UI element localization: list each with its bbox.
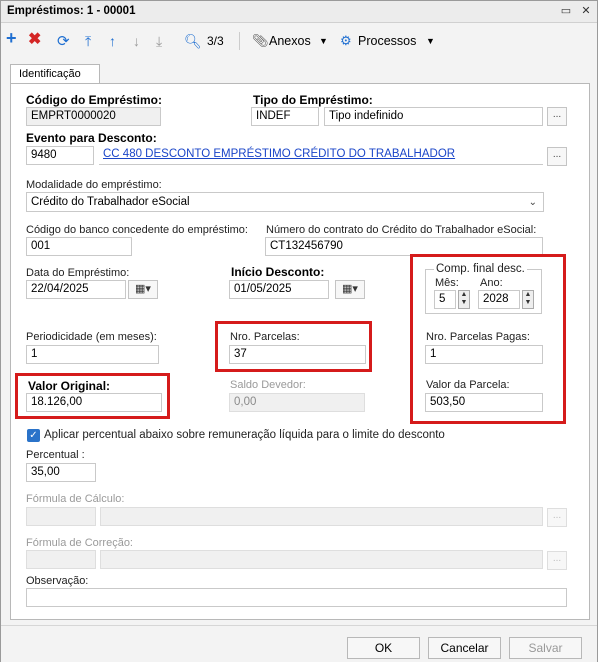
- formula-calculo-code-field: [26, 507, 96, 526]
- saldo-devedor-label: Saldo Devedor:: [230, 379, 306, 391]
- formula-correcao-lookup-button[interactable]: ...: [547, 551, 567, 570]
- percentual-label: Percentual :: [26, 449, 85, 461]
- tipo-emprestimo-lookup-button[interactable]: ...: [547, 107, 567, 126]
- data-emprestimo-field[interactable]: 22/04/2025: [26, 280, 126, 299]
- window-title: Empréstimos: 1 - 00001: [7, 5, 136, 17]
- add-icon[interactable]: +: [6, 28, 17, 48]
- evento-desconto-link[interactable]: CC 480 DESCONTO EMPRÉSTIMO CRÉDITO DO TR…: [99, 146, 543, 165]
- inicio-desconto-field[interactable]: 01/05/2025: [229, 280, 329, 299]
- tab-identificacao[interactable]: Identificação: [10, 64, 100, 83]
- chevron-down-icon: ⌄: [528, 197, 537, 208]
- codigo-emprestimo-field[interactable]: EMPRT0000020: [26, 107, 161, 126]
- save-button[interactable]: Salvar: [509, 637, 582, 659]
- codigo-emprestimo-label: Código do Empréstimo:: [26, 93, 162, 107]
- refresh-icon[interactable]: ⟳: [57, 32, 70, 50]
- codigo-banco-label: Código do banco concedente do empréstimo…: [26, 224, 248, 236]
- gear-icon: ⚙: [340, 33, 352, 48]
- observacao-label: Observação:: [26, 575, 89, 587]
- toolbar-divider: [239, 32, 240, 50]
- tipo-emprestimo-description: Tipo indefinido: [324, 107, 543, 126]
- search-icon[interactable]: 🔍︎: [184, 32, 202, 50]
- window: Empréstimos: 1 - 00001 ▭ ✕ + ✖ ⟳ ⤒ ↑ ↓ ⤓…: [0, 0, 598, 662]
- percentual-field[interactable]: 35,00: [26, 463, 96, 482]
- formula-calculo-lookup-button[interactable]: ...: [547, 508, 567, 527]
- anexos-dropdown-icon[interactable]: ▼: [319, 32, 328, 50]
- previous-record-icon[interactable]: ↑: [109, 32, 116, 50]
- evento-desconto-label: Evento para Desconto:: [26, 131, 157, 145]
- anexos-menu[interactable]: Anexos: [269, 32, 311, 50]
- codigo-banco-field[interactable]: 001: [26, 237, 132, 256]
- saldo-devedor-field: 0,00: [229, 393, 365, 412]
- periodicidade-field[interactable]: 1: [26, 345, 159, 364]
- first-record-icon[interactable]: ⤒: [85, 32, 91, 50]
- title-bar: Empréstimos: 1 - 00001 ▭ ✕: [1, 1, 597, 23]
- formula-calculo-description: [100, 507, 543, 526]
- data-emprestimo-label: Data do Empréstimo:: [26, 267, 130, 279]
- periodicidade-label: Periodicidade (em meses):: [26, 331, 157, 343]
- maximize-icon[interactable]: ▭: [557, 4, 575, 20]
- aplicar-percentual-checkbox[interactable]: ✓: [27, 429, 40, 442]
- observacao-field[interactable]: [26, 588, 567, 607]
- formula-calculo-label: Fórmula de Cálculo:: [26, 493, 125, 505]
- inicio-desconto-label: Início Desconto:: [231, 265, 325, 279]
- formula-correcao-label: Fórmula de Correção:: [26, 537, 133, 549]
- cancel-button[interactable]: Cancelar: [428, 637, 501, 659]
- next-record-icon[interactable]: ↓: [133, 32, 140, 50]
- calendar-icon[interactable]: ▦▾: [335, 280, 365, 299]
- toolbar: + ✖ ⟳ ⤒ ↑ ↓ ⤓ 🔍︎ 3/3 📎︎ Anexos ▼ ⚙ Proce…: [1, 24, 597, 56]
- record-counter: 3/3: [207, 34, 224, 48]
- footer: OK Cancelar Salvar: [1, 625, 597, 662]
- close-icon[interactable]: ✕: [577, 4, 595, 20]
- tipo-emprestimo-code-field[interactable]: INDEF: [251, 107, 319, 126]
- numero-contrato-label: Número do contrato do Crédito do Trabalh…: [266, 224, 537, 236]
- ok-button[interactable]: OK: [347, 637, 420, 659]
- modalidade-label: Modalidade do empréstimo:: [26, 179, 162, 191]
- processos-menu[interactable]: Processos: [358, 32, 416, 50]
- tipo-emprestimo-label: Tipo do Empréstimo:: [253, 93, 373, 107]
- evento-desconto-lookup-button[interactable]: ...: [547, 147, 567, 166]
- formula-correcao-code-field: [26, 550, 96, 569]
- processos-dropdown-icon[interactable]: ▼: [426, 32, 435, 50]
- modalidade-selected-value: Crédito do Trabalhador eSocial: [31, 196, 190, 208]
- highlight-box-nro-parcelas: [215, 321, 372, 372]
- formula-correcao-description: [100, 550, 543, 569]
- highlight-box-comp-parcela: [410, 254, 566, 424]
- modalidade-select[interactable]: Crédito do Trabalhador eSocial ⌄: [26, 192, 544, 212]
- highlight-box-valor-original: [15, 373, 170, 419]
- delete-icon[interactable]: ✖: [28, 30, 41, 48]
- aplicar-percentual-label: Aplicar percentual abaixo sobre remunera…: [44, 429, 445, 441]
- paperclip-icon: 📎︎: [252, 33, 269, 48]
- calendar-icon[interactable]: ▦▾: [128, 280, 158, 299]
- evento-desconto-code-field[interactable]: 9480: [26, 146, 94, 165]
- last-record-icon[interactable]: ⤓: [156, 32, 162, 50]
